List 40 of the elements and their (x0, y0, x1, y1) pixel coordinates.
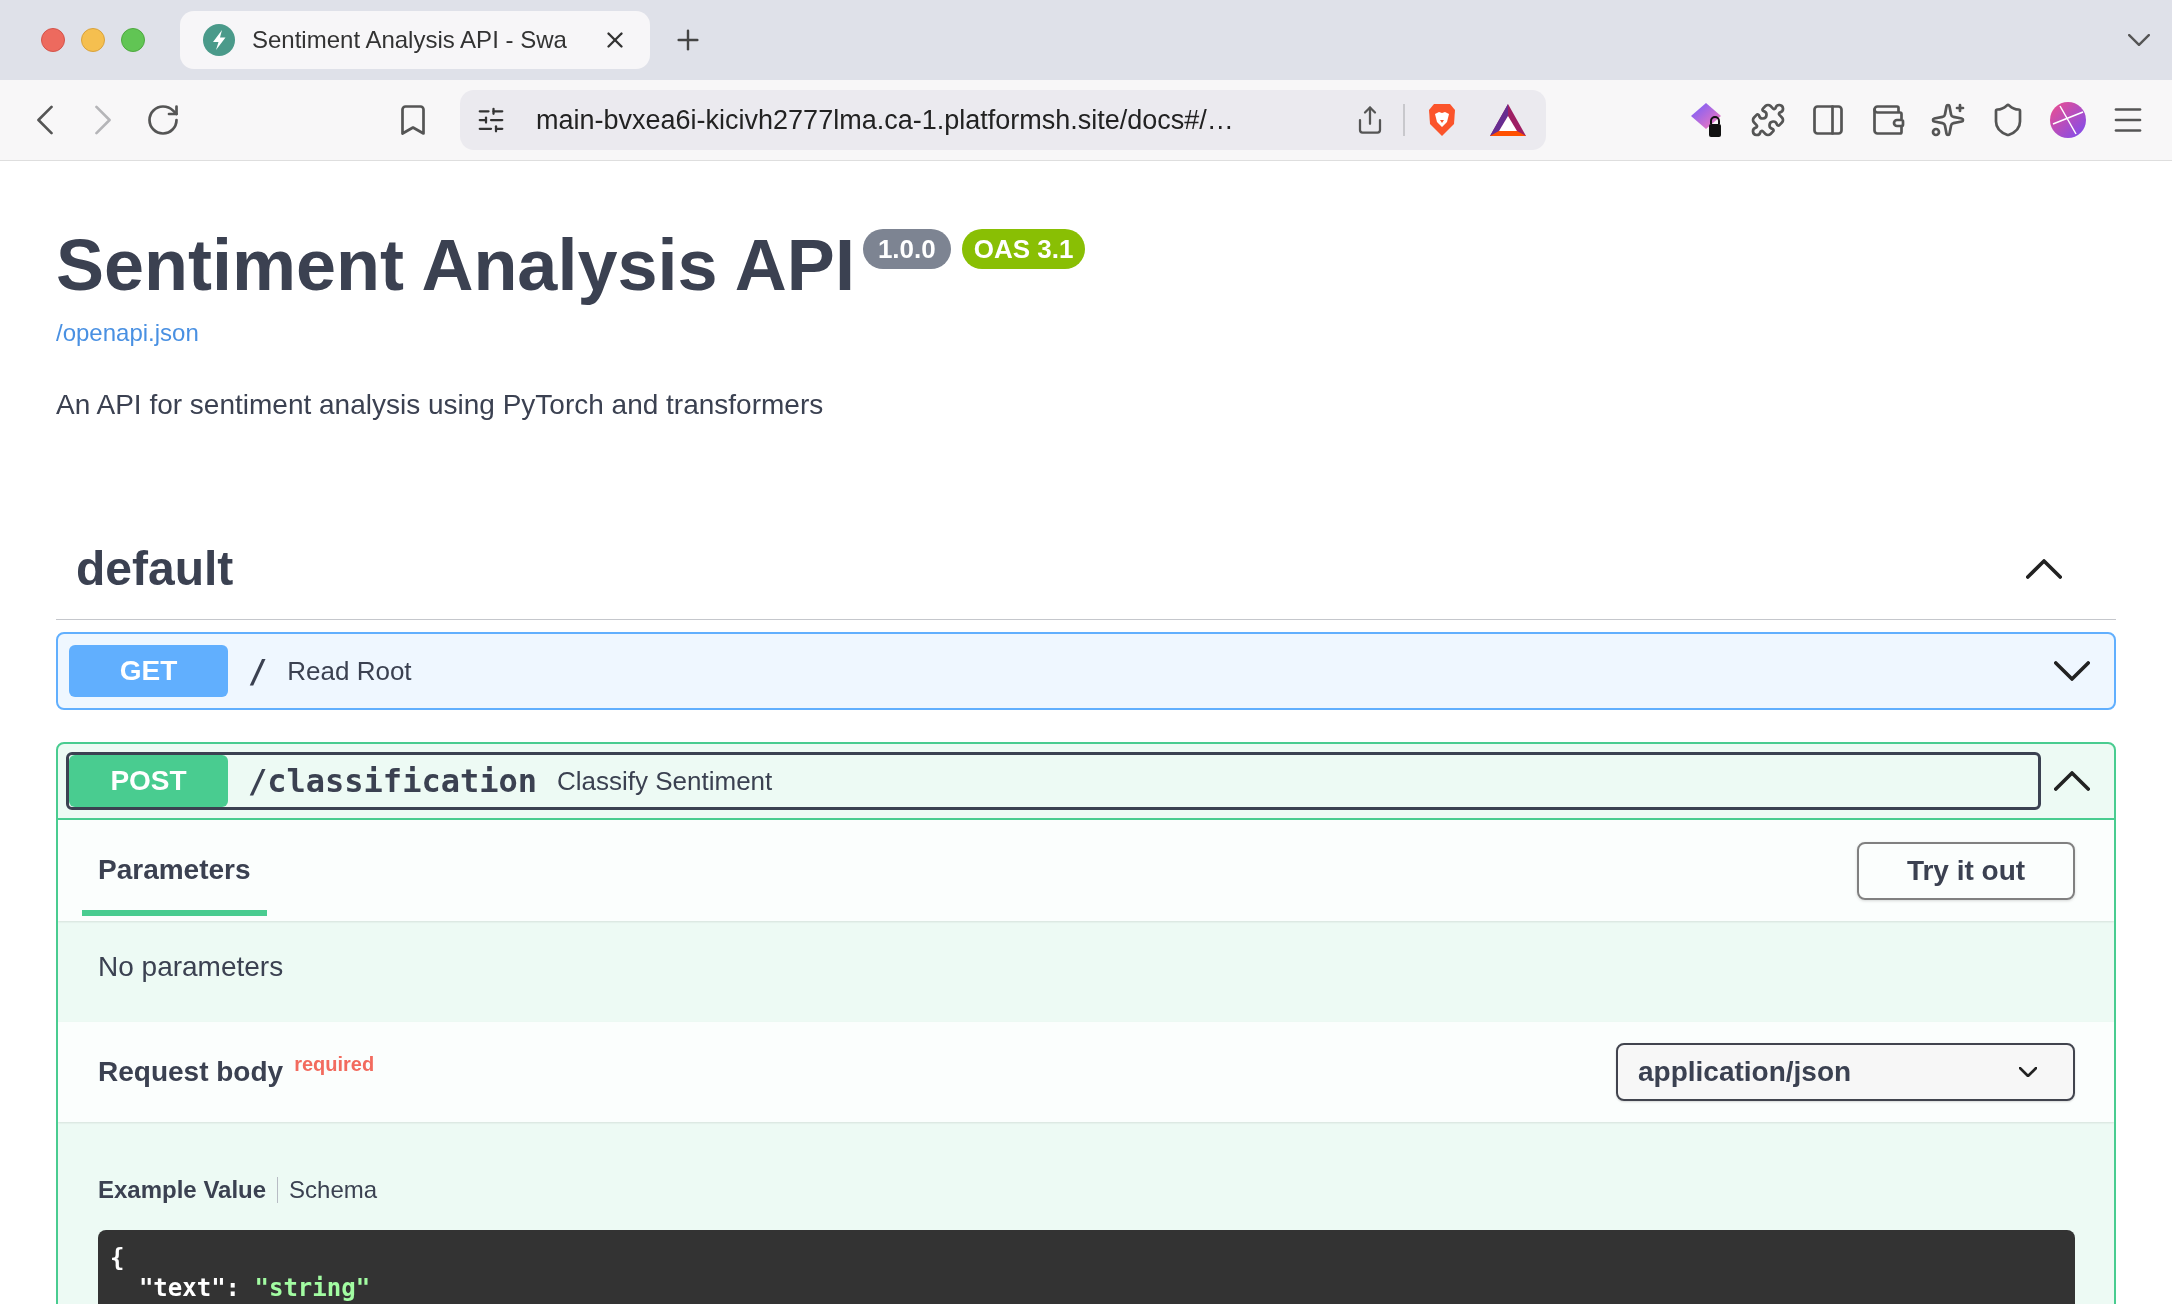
chevron-down-icon[interactable] (2019, 1067, 2037, 1077)
section-tab[interactable]: Parameters (82, 820, 267, 916)
reload-icon[interactable] (145, 102, 181, 138)
endpoint-summary: Classify Sentiment (557, 765, 773, 798)
try-it-out-button[interactable]: Try it out (1857, 841, 2075, 900)
example-tab[interactable]: Schema (289, 1175, 378, 1205)
chevron-up-icon[interactable] (2026, 558, 2062, 579)
lion-head-icon[interactable] (1427, 103, 1457, 137)
example-tab[interactable]: Example Value (98, 1175, 267, 1205)
endpoint-path: / (248, 651, 268, 691)
wallet-icon[interactable] (1870, 102, 1906, 138)
puzzle-icon[interactable] (1750, 102, 1786, 138)
request-body-label: Request body (98, 1055, 284, 1089)
sliders-icon[interactable] (476, 105, 506, 135)
address-field[interactable]: main-bvxea6i-kicivh2777lma.ca-1.platformsh.site/docs#/… (460, 90, 1546, 150)
method-badge: GET (69, 645, 228, 697)
triangle-icon[interactable] (1490, 104, 1526, 136)
back-icon[interactable] (37, 105, 53, 135)
endpoint-path: /classification (248, 761, 537, 801)
section-title[interactable]: default (76, 539, 234, 598)
operation-summary[interactable]: GET / Read Root (66, 642, 2041, 700)
no-parameters-text: No parameters (98, 950, 284, 984)
window-close-icon[interactable] (41, 28, 65, 52)
sidebar-icon[interactable] (1810, 102, 1846, 138)
api-description: An API for sentiment analysis using PyTorch and transformers (56, 388, 824, 422)
lightning-icon (203, 24, 235, 56)
required-label: required (294, 1053, 375, 1075)
spec-version-badge: OAS 3.1 (961, 229, 1086, 269)
version-badge: 1.0.0 (862, 229, 951, 269)
code-line: { (110, 1243, 125, 1273)
browser-tab[interactable]: Sentiment Analysis API - Swa (180, 11, 650, 69)
endpoint-summary: Read Root (287, 655, 412, 688)
method-badge: POST (69, 755, 228, 807)
orb-icon[interactable] (2050, 102, 2086, 138)
operation-summary[interactable]: POST /classification Classify Sentiment (66, 752, 2041, 810)
chevron-up-icon[interactable] (2054, 771, 2090, 791)
chevron-down-icon[interactable] (2054, 661, 2090, 681)
content-type-select[interactable]: application/json (1616, 1043, 2075, 1101)
code-line: "text": "string" (137, 1273, 371, 1303)
sparkle-icon[interactable] (1930, 102, 1966, 138)
